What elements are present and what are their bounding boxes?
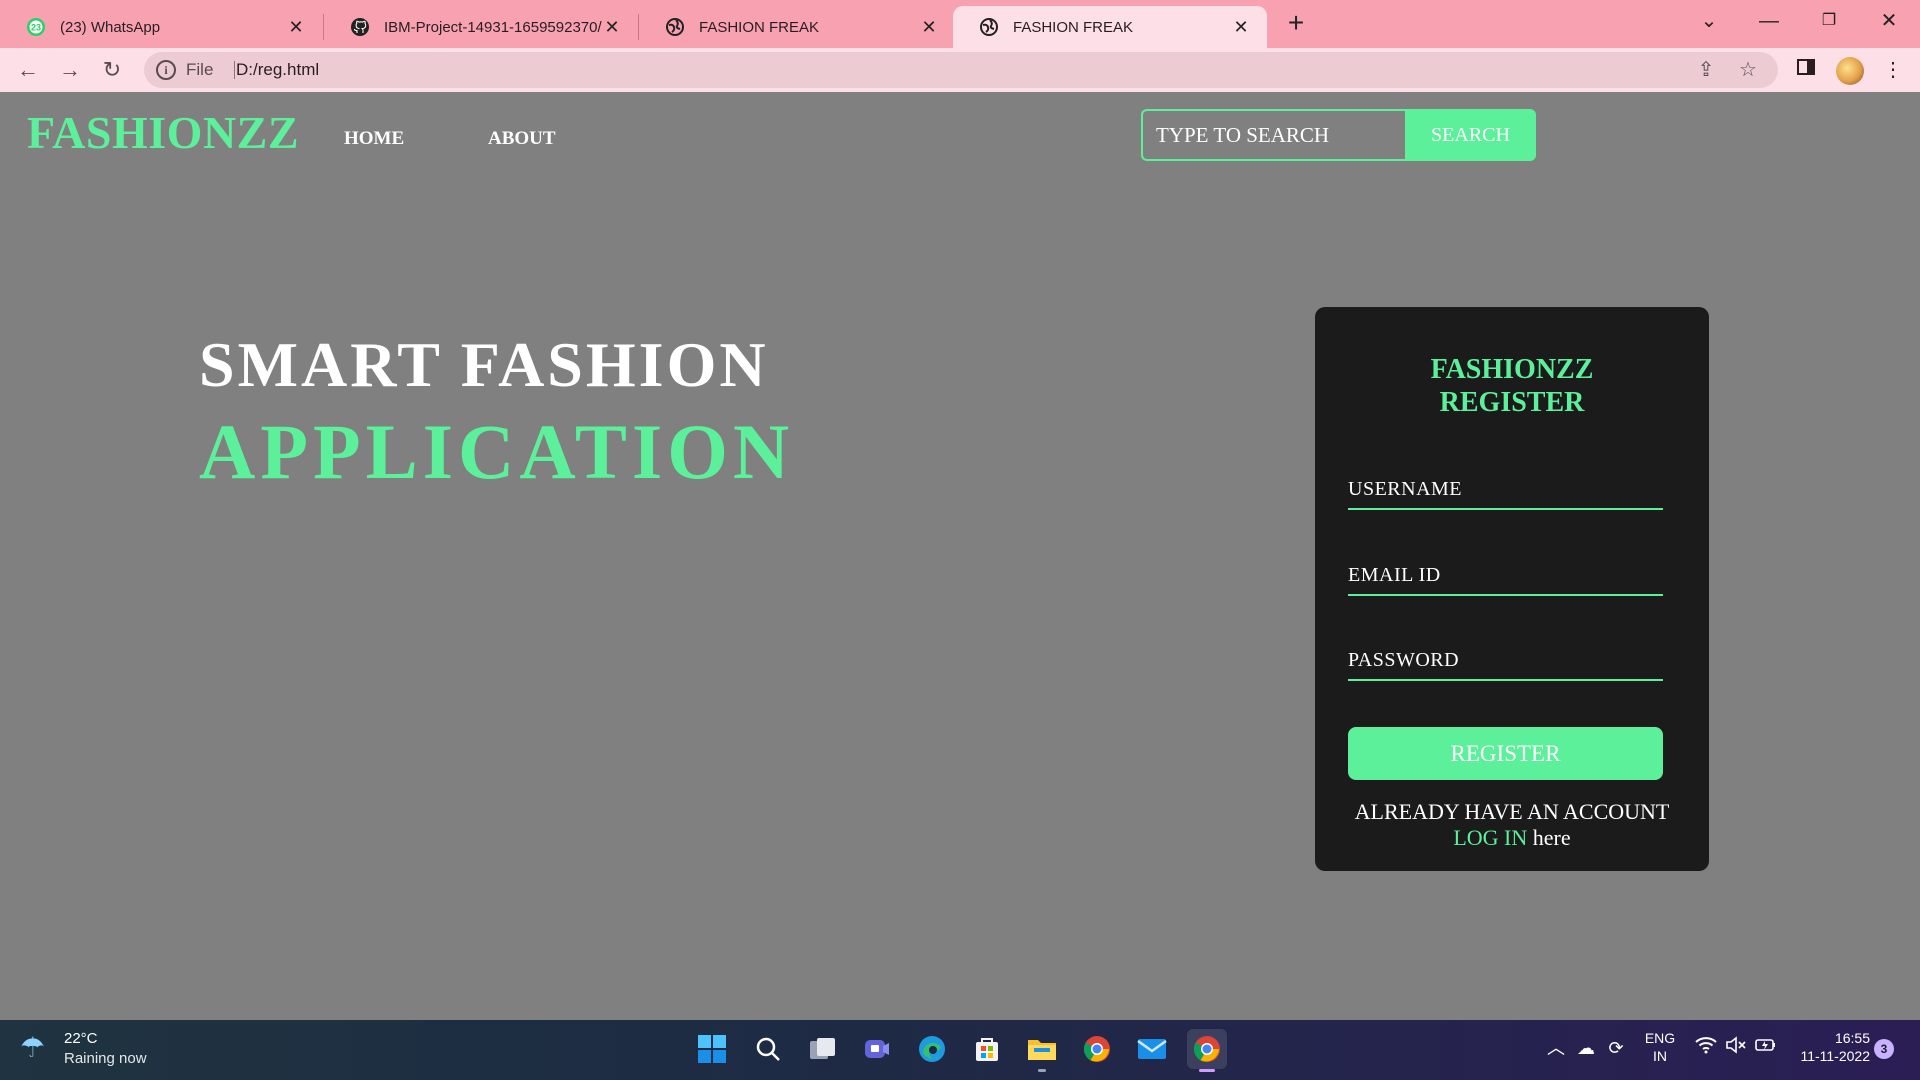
onedrive-cloud-icon[interactable]: ☁ bbox=[1574, 1036, 1598, 1060]
more-menu-icon[interactable]: ⋮ bbox=[1880, 57, 1906, 83]
weather-temperature[interactable]: 22°C bbox=[64, 1030, 98, 1047]
email-field[interactable] bbox=[1348, 556, 1663, 596]
browser-toolbar: ← → ↻ i File D:/reg.html ⇪ ☆ ⋮ bbox=[0, 48, 1920, 92]
language-indicator[interactable]: ENG IN bbox=[1640, 1030, 1680, 1064]
tab-whatsapp[interactable]: 23 (23) WhatsApp ✕ bbox=[0, 6, 322, 48]
tab-title: IBM-Project-14931-1659592370/SM bbox=[384, 18, 602, 36]
globe-icon bbox=[666, 18, 684, 36]
forward-arrow-icon[interactable]: → bbox=[56, 56, 84, 84]
url-divider bbox=[234, 61, 235, 79]
login-prompt-text: ALREADY HAVE AN ACCOUNT bbox=[1354, 799, 1670, 824]
file-explorer-icon[interactable] bbox=[1022, 1029, 1062, 1072]
notification-badge[interactable]: 3 bbox=[1874, 1039, 1894, 1059]
minimize-icon[interactable]: — bbox=[1754, 8, 1784, 34]
login-link[interactable]: LOG IN bbox=[1453, 825, 1527, 850]
close-window-icon[interactable]: ✕ bbox=[1874, 8, 1904, 34]
url-scheme: File bbox=[186, 60, 214, 79]
nav-about-link[interactable]: ABOUT bbox=[488, 128, 556, 150]
sync-icon[interactable]: ⟳ bbox=[1604, 1036, 1628, 1060]
search-button[interactable]: SEARCH bbox=[1405, 109, 1536, 161]
restore-icon[interactable]: ❐ bbox=[1814, 8, 1844, 34]
search-icon[interactable] bbox=[748, 1029, 788, 1069]
username-field[interactable] bbox=[1348, 470, 1663, 510]
tab-title: FASHION FREAK bbox=[1013, 18, 1134, 36]
tab-github[interactable]: IBM-Project-14931-1659592370/SM ✕ bbox=[324, 6, 638, 48]
weather-description[interactable]: Raining now bbox=[64, 1050, 147, 1067]
chevron-up-icon[interactable]: ︿ bbox=[1544, 1036, 1568, 1060]
register-title-brand: FASHIONZZ bbox=[1430, 354, 1594, 385]
search-input[interactable] bbox=[1141, 109, 1405, 161]
weather-umbrella-icon[interactable]: ☂ bbox=[20, 1031, 54, 1065]
whatsapp-icon: 23 bbox=[27, 18, 45, 36]
store-icon[interactable] bbox=[967, 1029, 1007, 1069]
tab-fashion-freak[interactable]: FASHION FREAK ✕ bbox=[639, 6, 955, 48]
globe-icon bbox=[980, 18, 998, 36]
new-tab-button[interactable]: + bbox=[1282, 9, 1310, 38]
clock-time: 16:55 bbox=[1834, 1030, 1870, 1046]
url-text[interactable]: D:/reg.html bbox=[236, 60, 319, 80]
close-tab-icon[interactable]: ✕ bbox=[1231, 17, 1251, 37]
close-tab-icon[interactable]: ✕ bbox=[919, 17, 939, 37]
battery-icon[interactable] bbox=[1754, 1036, 1778, 1060]
language-code: ENG bbox=[1644, 1030, 1676, 1046]
back-arrow-icon[interactable]: ← bbox=[14, 56, 42, 84]
whatsapp-badge: 23 bbox=[31, 23, 41, 33]
teams-icon[interactable] bbox=[857, 1029, 897, 1069]
language-region: IN bbox=[1653, 1048, 1667, 1064]
share-icon[interactable]: ⇪ bbox=[1694, 58, 1718, 82]
tab-search-chevron-icon[interactable]: ⌄ bbox=[1694, 8, 1724, 34]
close-tab-icon[interactable]: ✕ bbox=[286, 17, 306, 37]
active-indicator bbox=[1199, 1069, 1215, 1072]
chrome-icon[interactable] bbox=[1187, 1029, 1227, 1072]
bookmark-star-icon[interactable]: ☆ bbox=[1736, 58, 1760, 82]
side-panel-icon[interactable] bbox=[1793, 57, 1819, 83]
site-info-icon[interactable]: i bbox=[156, 60, 176, 80]
close-tab-icon[interactable]: ✕ bbox=[602, 17, 622, 37]
profile-avatar[interactable] bbox=[1836, 57, 1864, 85]
wifi-icon[interactable] bbox=[1694, 1036, 1718, 1060]
address-bar[interactable]: i File D:/reg.html ⇪ ☆ bbox=[144, 52, 1778, 88]
github-icon bbox=[351, 18, 369, 36]
web-page: FASHIONZZ HOME ABOUT SEARCH SMART FASHIO… bbox=[0, 92, 1920, 1020]
hero-subheading: APPLICATION bbox=[199, 408, 795, 495]
hero-heading: SMART FASHION bbox=[199, 329, 769, 400]
speaker-muted-icon[interactable] bbox=[1724, 1036, 1748, 1060]
task-view-icon[interactable] bbox=[803, 1029, 843, 1069]
register-card: FASHIONZZ REGISTER REGISTER ALREADY HAVE… bbox=[1315, 307, 1709, 871]
tab-fashion-freak-active[interactable]: FASHION FREAK ✕ bbox=[953, 6, 1267, 48]
nav-home-link[interactable]: HOME bbox=[344, 128, 404, 150]
password-field[interactable] bbox=[1348, 641, 1663, 681]
tab-title: (23) WhatsApp bbox=[60, 18, 161, 36]
register-title: REGISTER bbox=[1439, 387, 1585, 418]
running-indicator bbox=[1038, 1069, 1046, 1072]
chrome-icon[interactable] bbox=[1077, 1029, 1117, 1069]
clock[interactable]: 16:55 11-11-2022 bbox=[1790, 1030, 1870, 1064]
login-suffix: here bbox=[1532, 825, 1571, 850]
windows-taskbar: ☂ 22°C Raining now ︿ ☁ ⟳ ENG IN 16:55 11… bbox=[0, 1020, 1920, 1080]
login-prompt: ALREADY HAVE AN ACCOUNT LOG IN here bbox=[1315, 799, 1709, 851]
reload-icon[interactable]: ↻ bbox=[98, 56, 126, 84]
tab-title: FASHION FREAK bbox=[699, 18, 820, 36]
mail-icon[interactable] bbox=[1132, 1029, 1172, 1069]
site-logo[interactable]: FASHIONZZ bbox=[27, 106, 299, 159]
edge-icon[interactable] bbox=[912, 1029, 952, 1069]
browser-tab-strip: 23 (23) WhatsApp ✕ IBM-Project-14931-165… bbox=[0, 0, 1920, 48]
clock-date: 11-11-2022 bbox=[1800, 1048, 1870, 1064]
windows-start-icon[interactable] bbox=[692, 1029, 732, 1069]
register-button[interactable]: REGISTER bbox=[1348, 727, 1663, 780]
